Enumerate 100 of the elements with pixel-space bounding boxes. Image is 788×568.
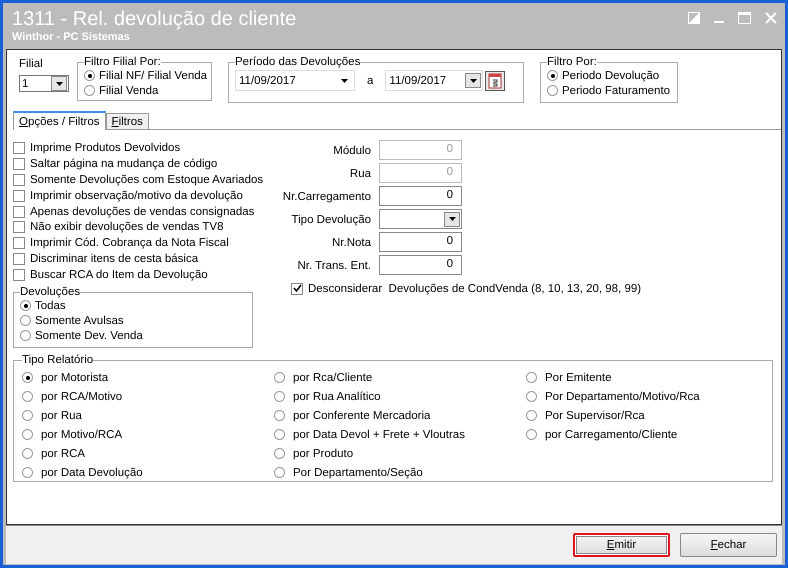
dropdown-arrow-icon <box>470 78 477 82</box>
radio-button[interactable] <box>274 410 285 422</box>
checkbox-option[interactable]: Imprimir observação/motivo da devolução <box>13 188 263 204</box>
radio-option[interactable]: por Data Devol + Frete + Vloutras <box>274 425 526 444</box>
radio-option[interactable]: Somente Dev. Venda <box>20 328 248 344</box>
dropdown-arrow-icon <box>341 78 348 82</box>
start-date-field[interactable]: 11/09/2017 <box>235 70 356 91</box>
calendar-icon[interactable] <box>485 70 506 90</box>
radio-option[interactable]: por Rua <box>22 406 274 426</box>
checkbox-option[interactable]: Imprime Produtos Devolvidos <box>13 140 263 156</box>
radio-button[interactable] <box>526 410 537 422</box>
radio-button[interactable] <box>20 300 31 312</box>
checkbox-option[interactable]: Saltar página na mudança de código <box>13 156 263 172</box>
radio-option[interactable]: por Rua Analítico <box>274 387 526 406</box>
radio-button[interactable] <box>22 372 33 384</box>
group-title: Período das Devoluções <box>235 56 360 68</box>
group-title: Tipo Relatório <box>22 354 94 366</box>
radio-button[interactable] <box>274 467 285 478</box>
radio-option[interactable]: Periodo Devolução <box>547 68 674 83</box>
number-field[interactable]: 0 <box>379 255 462 275</box>
radio-option[interactable]: por Carregamento/Cliente <box>526 425 762 444</box>
checkbox-option[interactable]: Desconsiderar Devoluções de CondVenda (8, 10, 13, 20, 98, 99) <box>291 281 642 297</box>
radio-button[interactable] <box>22 391 33 402</box>
field-label: Nr. Trans. Ent. <box>296 259 371 274</box>
separator-label: a <box>367 74 374 86</box>
radio-option[interactable]: por RCA/Motivo <box>22 387 274 406</box>
radio-button[interactable] <box>84 85 95 96</box>
radio-option[interactable]: Somente Avulsas <box>20 313 248 328</box>
window-subtitle: Winthor - PC Sistemas <box>12 31 131 44</box>
radio-option[interactable]: Por Supervisor/Rca <box>526 406 762 426</box>
dialog-button[interactable]: Emitir <box>573 533 670 557</box>
radio-option[interactable]: Filial NF/ Filial Venda <box>84 68 208 83</box>
group-title: Filtro Por: <box>547 56 597 68</box>
checkbox[interactable] <box>13 190 25 202</box>
radio-option[interactable]: por RCA <box>22 444 274 464</box>
end-date-field[interactable]: 11/09/2017 <box>385 70 484 91</box>
radio-option[interactable]: por Motorista <box>22 368 274 388</box>
tab[interactable]: Opções / Filtros <box>13 111 106 130</box>
radio-option[interactable]: Por Emitente <box>526 368 762 388</box>
radio-button[interactable] <box>526 372 537 384</box>
maximize-icon[interactable] <box>738 12 751 24</box>
radio-button[interactable] <box>547 85 558 96</box>
close-icon[interactable] <box>765 12 777 24</box>
radio-button[interactable] <box>20 330 31 342</box>
checkbox[interactable] <box>13 221 25 234</box>
field-label: Rua <box>348 167 371 182</box>
group-title: Filtro Filial Por: <box>84 56 161 68</box>
radio-button[interactable] <box>526 391 537 402</box>
radio-option[interactable]: por Motivo/RCA <box>22 425 274 444</box>
checkbox[interactable] <box>291 282 303 295</box>
radio-option[interactable]: por Data Devolução <box>22 463 274 482</box>
restore-icon[interactable] <box>688 12 700 24</box>
radio-button[interactable] <box>22 448 33 460</box>
field-label: Nr.Carregamento <box>282 190 371 205</box>
tab[interactable]: Filtros <box>106 113 149 129</box>
radio-option[interactable]: Periodo Faturamento <box>547 83 674 98</box>
radio-button[interactable] <box>526 429 537 440</box>
radio-button[interactable] <box>22 467 33 478</box>
checkbox-option[interactable]: Discriminar itens de cesta básica <box>13 251 263 268</box>
radio-option[interactable]: Todas <box>20 298 248 314</box>
checkbox[interactable] <box>13 253 25 266</box>
checkbox[interactable] <box>13 206 25 218</box>
checkbox[interactable] <box>13 142 25 154</box>
checkbox[interactable] <box>13 158 25 170</box>
radio-button[interactable] <box>274 429 285 440</box>
checkbox[interactable] <box>13 174 25 186</box>
radio-option[interactable]: Por Departamento/Motivo/Rca <box>526 387 762 406</box>
checkbox-option[interactable]: Imprimir Cód. Cobrança da Nota Fiscal <box>13 235 263 252</box>
radio-option[interactable]: por Rca/Cliente <box>274 368 526 388</box>
field-label: Módulo <box>332 144 371 159</box>
dropdown-arrow-icon <box>56 82 62 86</box>
type-dropdown[interactable] <box>379 209 462 229</box>
filial-label: Filial <box>19 58 44 70</box>
radio-button[interactable] <box>84 70 95 81</box>
checkbox-option[interactable]: Buscar RCA do Item da Devolução <box>13 267 263 284</box>
radio-option[interactable]: Filial Venda <box>84 83 208 98</box>
radio-option[interactable]: por Conferente Mercadoria <box>274 406 526 426</box>
radio-button[interactable] <box>274 391 285 402</box>
checkbox[interactable] <box>13 237 25 250</box>
radio-button[interactable] <box>547 70 558 81</box>
radio-button[interactable] <box>22 410 33 422</box>
field-label: Tipo Devolução <box>290 213 371 228</box>
window-title: 1311 - Rel. devolução de cliente <box>12 7 296 31</box>
filial-dropdown[interactable]: 1 <box>19 75 69 92</box>
number-field[interactable]: 0 <box>379 232 462 252</box>
radio-option[interactable]: por Produto <box>274 444 526 464</box>
checkbox-option[interactable]: Não exibir devoluções de vendas TV8 <box>13 219 263 236</box>
radio-button[interactable] <box>20 315 31 326</box>
radio-button[interactable] <box>22 429 33 440</box>
checkbox[interactable] <box>13 269 25 282</box>
radio-button[interactable] <box>274 372 285 384</box>
group-title: Devoluções <box>20 286 80 298</box>
dialog-button[interactable]: Fechar <box>680 533 777 557</box>
checkbox-option[interactable]: Somente Devoluções com Estoque Avariados <box>13 172 263 188</box>
radio-button[interactable] <box>274 448 285 460</box>
field-label: Nr.Nota <box>331 236 371 251</box>
radio-option[interactable]: Por Departamento/Seção <box>274 463 526 482</box>
number-field[interactable]: 0 <box>379 186 462 206</box>
checkbox-option[interactable]: Apenas devoluções de vendas consignadas <box>13 204 263 220</box>
dropdown-arrow-icon <box>448 217 456 221</box>
